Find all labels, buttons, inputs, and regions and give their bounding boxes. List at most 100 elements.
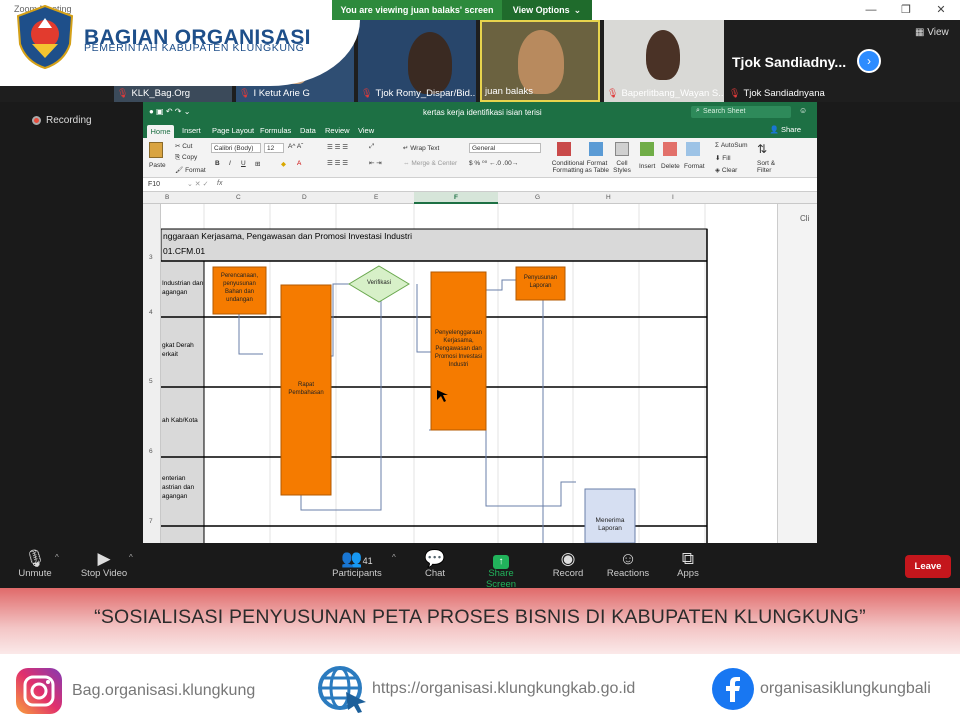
font-color-icon[interactable]: A <box>297 160 301 167</box>
borders-icon[interactable]: ⊞ <box>255 160 260 168</box>
tab-view[interactable]: View <box>358 126 374 135</box>
penyusunan-label[interactable]: Penyusunan Laporan <box>518 274 563 290</box>
italic-button[interactable]: I <box>229 160 231 167</box>
recording-indicator[interactable]: Recording <box>32 115 92 126</box>
col-header[interactable]: G <box>535 194 540 201</box>
close-icon[interactable]: ✕ <box>932 2 950 18</box>
format-cells-button[interactable]: Format <box>684 163 705 170</box>
col-header[interactable]: I <box>672 194 674 201</box>
row-header[interactable]: 6 <box>149 448 153 455</box>
col-header[interactable]: D <box>302 194 307 201</box>
row-headers: 3 4 5 6 7 <box>143 204 161 543</box>
apps-button[interactable]: ⧉ Apps <box>673 549 703 579</box>
font-grow-icon[interactable]: A^ Aˇ <box>288 143 303 150</box>
formula-input[interactable] <box>229 179 815 190</box>
align-left-icons[interactable]: ☰ ☰ ☰ <box>327 159 348 167</box>
share-screen-button[interactable]: ↑ Share Screen <box>472 549 530 590</box>
search-sheet-input[interactable]: Search Sheet <box>691 106 791 118</box>
participant-tile-active[interactable]: juan balaks <box>480 20 600 102</box>
row-header[interactable]: 5 <box>149 378 153 385</box>
instagram-handle[interactable]: Bag.organisasi.klungkung <box>72 682 255 700</box>
autosum-button[interactable]: Σ AutoSum <box>715 142 748 149</box>
font-size-select[interactable]: 12 <box>264 143 284 153</box>
penyelenggaraan-label[interactable]: Penyelenggaraan Kerjasama, Pengawasan da… <box>433 329 484 369</box>
shared-excel-window[interactable]: ● ▣ ↶ ↷ ⌄ kertas kerja identifikasi isia… <box>143 102 817 543</box>
chevron-up-icon[interactable]: ^ <box>392 553 396 562</box>
minimize-icon[interactable]: — <box>862 2 880 18</box>
view-options-button[interactable]: View Options ⌄ <box>502 0 592 20</box>
verifikasi-label[interactable]: Verifikasi <box>353 280 405 286</box>
cell-styles-button[interactable]: Cell Styles <box>609 160 635 174</box>
paste-button[interactable]: Paste <box>149 162 166 169</box>
fill-color-icon[interactable]: ◆ <box>281 160 286 168</box>
delete-cells-button[interactable]: Delete <box>661 163 680 170</box>
tab-review[interactable]: Review <box>325 126 350 135</box>
col-header[interactable]: F <box>454 194 458 201</box>
col-header[interactable]: H <box>606 194 611 201</box>
tab-page-layout[interactable]: Page Layout <box>212 126 254 135</box>
row-header[interactable]: 3 <box>149 254 153 261</box>
apps-icon: ⧉ <box>681 549 695 568</box>
participant-tile[interactable]: 🎙 Tjok Romy_Dispar/Bid... <box>358 20 476 102</box>
mic-muted-icon: 🎙 <box>24 549 46 568</box>
participants-icon: 👥41 <box>341 549 373 568</box>
record-button[interactable]: ◉ Record <box>550 549 586 579</box>
participants-button[interactable]: 👥41 Participants <box>328 549 386 579</box>
row-header[interactable]: 4 <box>149 309 153 316</box>
restore-icon[interactable]: ❐ <box>897 2 915 18</box>
smiley-icon[interactable]: ☺ <box>799 106 807 115</box>
headline: “SOSIALISASI PENYUSUNAN PETA PROSES BISN… <box>94 606 866 628</box>
chat-button[interactable]: 💬 Chat <box>420 549 450 579</box>
facebook-icon <box>712 668 754 710</box>
unmute-button[interactable]: 🎙 Unmute <box>16 549 54 579</box>
stop-video-button[interactable]: ▶ Stop Video <box>78 549 130 579</box>
number-format-icons[interactable]: $ % ⁰⁰ ←.0 .00→ <box>469 159 518 167</box>
perencanaan-label[interactable]: Perencanaan, penyusunan Bahan dan undang… <box>215 272 264 304</box>
col-header[interactable]: C <box>236 194 241 201</box>
chevron-up-icon[interactable]: ^ <box>55 553 59 562</box>
copy-button[interactable]: ⎘ Copy <box>175 154 197 162</box>
align-top-icons[interactable]: ☰ ☰ ☰ <box>327 143 348 151</box>
format-painter-button[interactable]: 🖌 Format <box>175 166 206 174</box>
cut-button[interactable]: ✂ Cut <box>175 142 192 150</box>
spreadsheet-grid[interactable]: nggaraan Kerjasama, Pengawasan dan Promo… <box>161 204 817 543</box>
tab-data[interactable]: Data <box>300 126 316 135</box>
tab-home[interactable]: Home <box>147 125 174 138</box>
clipboard-icon <box>149 142 163 158</box>
rapat-label[interactable]: Rapat Pembahasan <box>283 381 329 397</box>
col-header[interactable]: E <box>374 194 378 201</box>
tab-insert[interactable]: Insert <box>182 126 201 135</box>
bold-button[interactable]: B <box>215 160 220 167</box>
conditional-formatting-button[interactable]: Conditional Formatting <box>551 160 585 174</box>
document-title: kertas kerja identifikasi isian terisi <box>423 108 542 117</box>
reactions-button[interactable]: ☺ Reactions <box>606 549 650 579</box>
participant-tile[interactable]: 🎙 Baperlitbang_Wayan S... <box>604 20 724 102</box>
underline-button[interactable]: U <box>241 160 246 167</box>
col-header[interactable]: B <box>165 194 169 201</box>
font-name-select[interactable]: Calibri (Body) <box>211 143 261 153</box>
website-url[interactable]: https://organisasi.klungkungkab.go.id <box>372 680 635 698</box>
format-as-table-button[interactable]: Format as Table <box>583 160 611 174</box>
number-format-select[interactable]: General <box>469 143 541 153</box>
sort-filter-button[interactable]: Sort & Filter <box>757 160 779 174</box>
insert-cells-button[interactable]: Insert <box>639 163 655 170</box>
menerima-label[interactable]: Menerima Laporan <box>587 517 633 533</box>
next-page-button[interactable]: › <box>857 49 881 73</box>
grid-icon: ▦ <box>915 27 928 38</box>
indent-icons[interactable]: ⇤ ⇥ <box>369 159 382 167</box>
clear-button[interactable]: ◈ Clear <box>715 166 737 174</box>
row-header[interactable]: 7 <box>149 518 153 525</box>
merge-center-button[interactable]: ⇔ Merge & Center <box>403 160 457 167</box>
name-box[interactable]: F10 <box>148 181 160 188</box>
conditional-formatting-icon <box>557 142 571 156</box>
chevron-up-icon[interactable]: ^ <box>129 553 133 562</box>
orientation-icon[interactable]: ⤢ <box>369 143 374 151</box>
facebook-handle[interactable]: organisasiklungkungbali <box>760 680 931 698</box>
fill-button[interactable]: ⬇ Fill <box>715 154 731 162</box>
view-button[interactable]: ▦ View <box>915 27 949 38</box>
tab-formulas[interactable]: Formulas <box>260 126 291 135</box>
insert-cells-icon <box>640 142 654 156</box>
leave-button[interactable]: Leave <box>905 555 951 578</box>
share-button[interactable]: 👤 Share <box>770 125 801 134</box>
wrap-text-button[interactable]: ↵ Wrap Text <box>403 144 439 152</box>
